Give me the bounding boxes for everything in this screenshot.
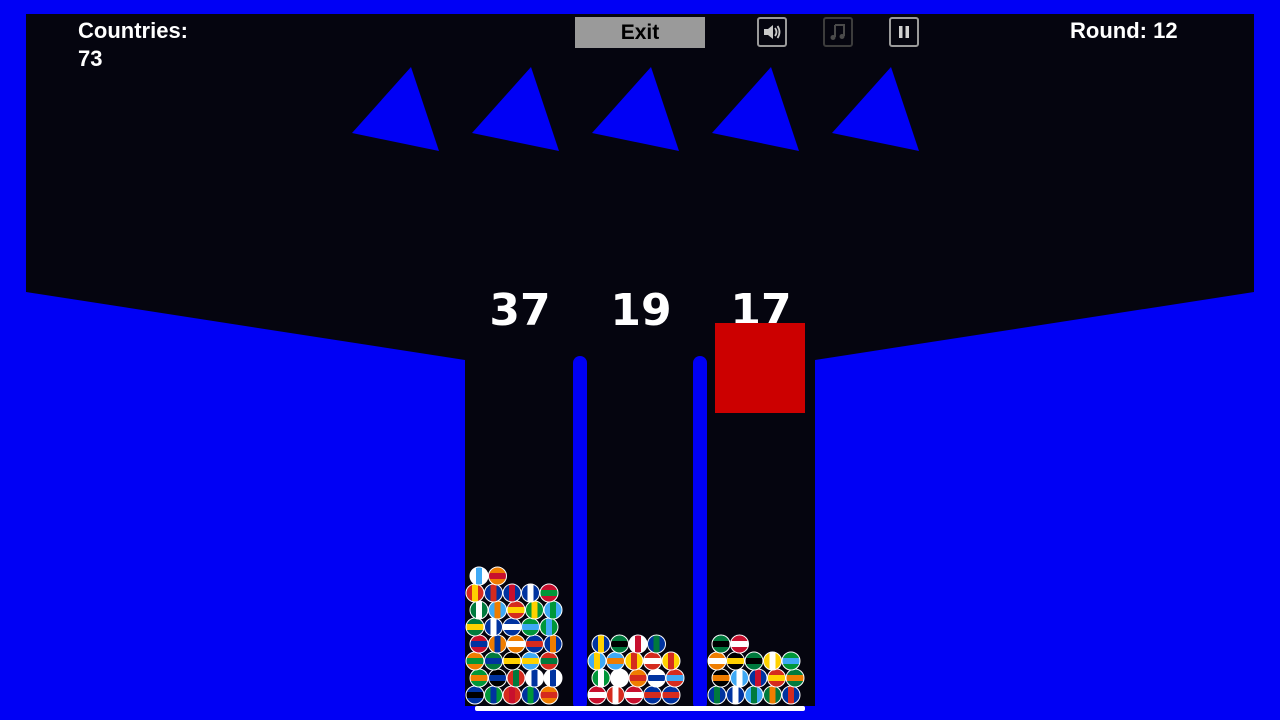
flag-ball	[502, 685, 522, 705]
flag-ball	[488, 668, 507, 688]
countries-label: Countries:	[78, 18, 188, 43]
flag-ball	[606, 685, 625, 705]
flag-ball	[744, 685, 764, 705]
pause-icon	[899, 26, 909, 38]
flag-ball	[606, 651, 625, 671]
flag-ball	[469, 566, 489, 586]
flag-ball	[484, 685, 503, 705]
music-note-icon	[830, 24, 845, 40]
flag-ball	[707, 685, 727, 705]
flag-ball	[484, 583, 503, 603]
flag-ball	[643, 685, 662, 705]
flag-ball	[628, 668, 648, 688]
flag-ball	[469, 600, 489, 620]
flag-ball	[506, 600, 526, 620]
flag-ball	[767, 668, 786, 688]
flag-ball	[506, 668, 526, 688]
flag-ball	[711, 668, 731, 688]
flag-ball	[543, 668, 563, 688]
flag-ball	[465, 583, 485, 603]
round-counter: Round: 12	[1070, 18, 1178, 43]
flag-ball	[781, 651, 801, 671]
flag-ball	[707, 651, 727, 671]
flag-ball	[628, 634, 648, 654]
flag-ball	[502, 583, 522, 603]
music-toggle-button[interactable]	[823, 17, 853, 47]
flag-ball	[521, 583, 540, 603]
flag-ball	[624, 685, 644, 705]
flag-ball	[469, 634, 489, 654]
sound-toggle-button[interactable]	[757, 17, 787, 47]
flag-ball	[726, 685, 745, 705]
floor-line	[475, 706, 805, 711]
flag-ball	[502, 651, 522, 671]
game-arena	[26, 14, 1254, 711]
flag-ball	[711, 634, 731, 654]
flag-ball	[506, 634, 526, 654]
flag-ball	[469, 668, 489, 688]
flag-ball	[525, 600, 544, 620]
flag-ball	[521, 617, 540, 637]
flag-ball	[665, 668, 685, 688]
red-blocker	[715, 323, 805, 413]
flag-ball	[591, 668, 611, 688]
flag-ball	[744, 651, 764, 671]
flag-ball	[591, 634, 611, 654]
flag-ball	[587, 685, 607, 705]
flag-ball	[484, 651, 503, 671]
flag-ball	[502, 617, 522, 637]
flag-ball	[785, 668, 805, 688]
flag-ball	[730, 634, 749, 654]
flag-ball	[643, 651, 662, 671]
flag-ball	[781, 685, 801, 705]
flag-ball	[539, 685, 559, 705]
exit-button[interactable]: Exit	[575, 17, 705, 48]
pause-button[interactable]	[889, 17, 919, 47]
flag-ball	[521, 651, 540, 671]
column-divider	[693, 356, 707, 710]
flag-ball	[661, 651, 681, 671]
flag-ball	[624, 651, 644, 671]
flag-ball	[488, 634, 507, 654]
flag-ball	[647, 668, 666, 688]
speaker-icon	[764, 25, 781, 39]
column-divider	[573, 356, 587, 710]
flag-ball	[539, 651, 559, 671]
flag-ball	[488, 600, 507, 620]
flag-ball	[525, 634, 544, 654]
flag-ball	[465, 685, 485, 705]
flag-ball	[488, 566, 507, 586]
countries-count: 73	[78, 46, 103, 71]
flag-ball	[647, 634, 666, 654]
flag-ball	[748, 668, 768, 688]
flag-ball	[539, 583, 559, 603]
column-score: 19	[610, 285, 672, 336]
flag-ball	[661, 685, 681, 705]
column-score: 37	[489, 285, 551, 336]
flag-ball	[730, 668, 749, 688]
flag-ball	[465, 617, 485, 637]
flag-ball	[465, 651, 485, 671]
flag-ball	[484, 617, 503, 637]
flag-ball	[610, 668, 629, 688]
flag-ball	[543, 634, 563, 654]
flag-ball	[726, 651, 745, 671]
flag-ball	[763, 651, 782, 671]
flag-ball	[763, 685, 782, 705]
flag-ball	[543, 600, 563, 620]
flag-ball	[587, 651, 607, 671]
flag-ball	[521, 685, 540, 705]
flag-ball	[525, 668, 544, 688]
flag-ball	[539, 617, 559, 637]
flag-ball	[610, 634, 629, 654]
